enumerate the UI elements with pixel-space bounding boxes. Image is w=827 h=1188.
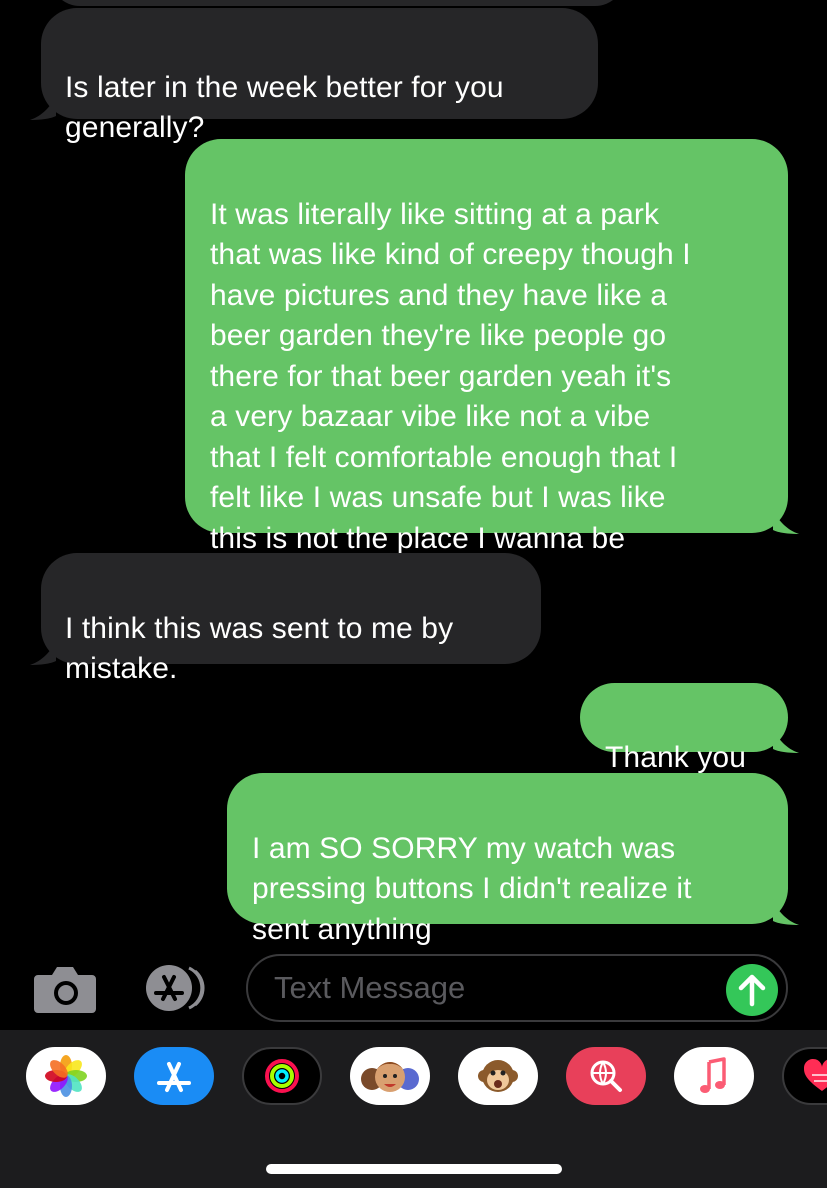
previous-message-bubble[interactable] (50, 0, 625, 6)
memoji-icon (361, 1062, 419, 1092)
message-text: I am SO SORRY my watch was pressing butt… (252, 831, 692, 946)
bubble-tail (773, 508, 799, 534)
app-photos[interactable] (26, 1047, 106, 1105)
bubble-tail (30, 639, 56, 665)
message-bubble-sent[interactable]: I am SO SORRY my watch was pressing butt… (227, 773, 788, 946)
message-bubble-received[interactable]: I think this was sent to me by mistake. (41, 553, 541, 685)
message-input[interactable]: Text Message (246, 954, 788, 1022)
message-bubble-sent[interactable]: Thank you (580, 683, 788, 774)
app-drawer (0, 1030, 827, 1188)
music-note-icon (700, 1057, 726, 1093)
arrow-up-icon (738, 974, 766, 1007)
message-text: Is later in the week better for you gene… (65, 70, 504, 145)
globe-search-icon (590, 1060, 622, 1092)
bubble-tail (30, 94, 56, 120)
message-text: It was literally like sitting at a park … (210, 197, 691, 555)
message-bubble-received[interactable]: Is later in the week better for you gene… (41, 8, 598, 144)
app-images[interactable] (566, 1047, 646, 1105)
bubble-tail (773, 727, 799, 753)
monkey-icon (478, 1060, 518, 1092)
app-animoji[interactable] (458, 1047, 538, 1105)
app-store-icon[interactable] (139, 963, 213, 1013)
send-button[interactable] (726, 964, 778, 1016)
app-app-store[interactable] (134, 1047, 214, 1105)
home-indicator[interactable] (266, 1164, 562, 1174)
app-memoji-stickers[interactable] (350, 1047, 430, 1105)
message-text: I think this was sent to me by mistake. (65, 611, 454, 686)
message-input-placeholder: Text Message (274, 970, 466, 1005)
activity-rings-icon (265, 1059, 299, 1093)
app-activity[interactable] (242, 1047, 322, 1105)
app-store-icon (157, 1062, 191, 1092)
heart-icon (803, 1059, 827, 1091)
camera-icon[interactable] (34, 963, 96, 1013)
app-digital-touch[interactable] (782, 1047, 827, 1105)
message-text: Thank you (605, 740, 746, 774)
app-music[interactable] (674, 1047, 754, 1105)
message-bubble-sent[interactable]: It was literally like sitting at a park … (185, 139, 788, 555)
bubble-tail (773, 899, 799, 925)
photos-icon (45, 1055, 87, 1097)
